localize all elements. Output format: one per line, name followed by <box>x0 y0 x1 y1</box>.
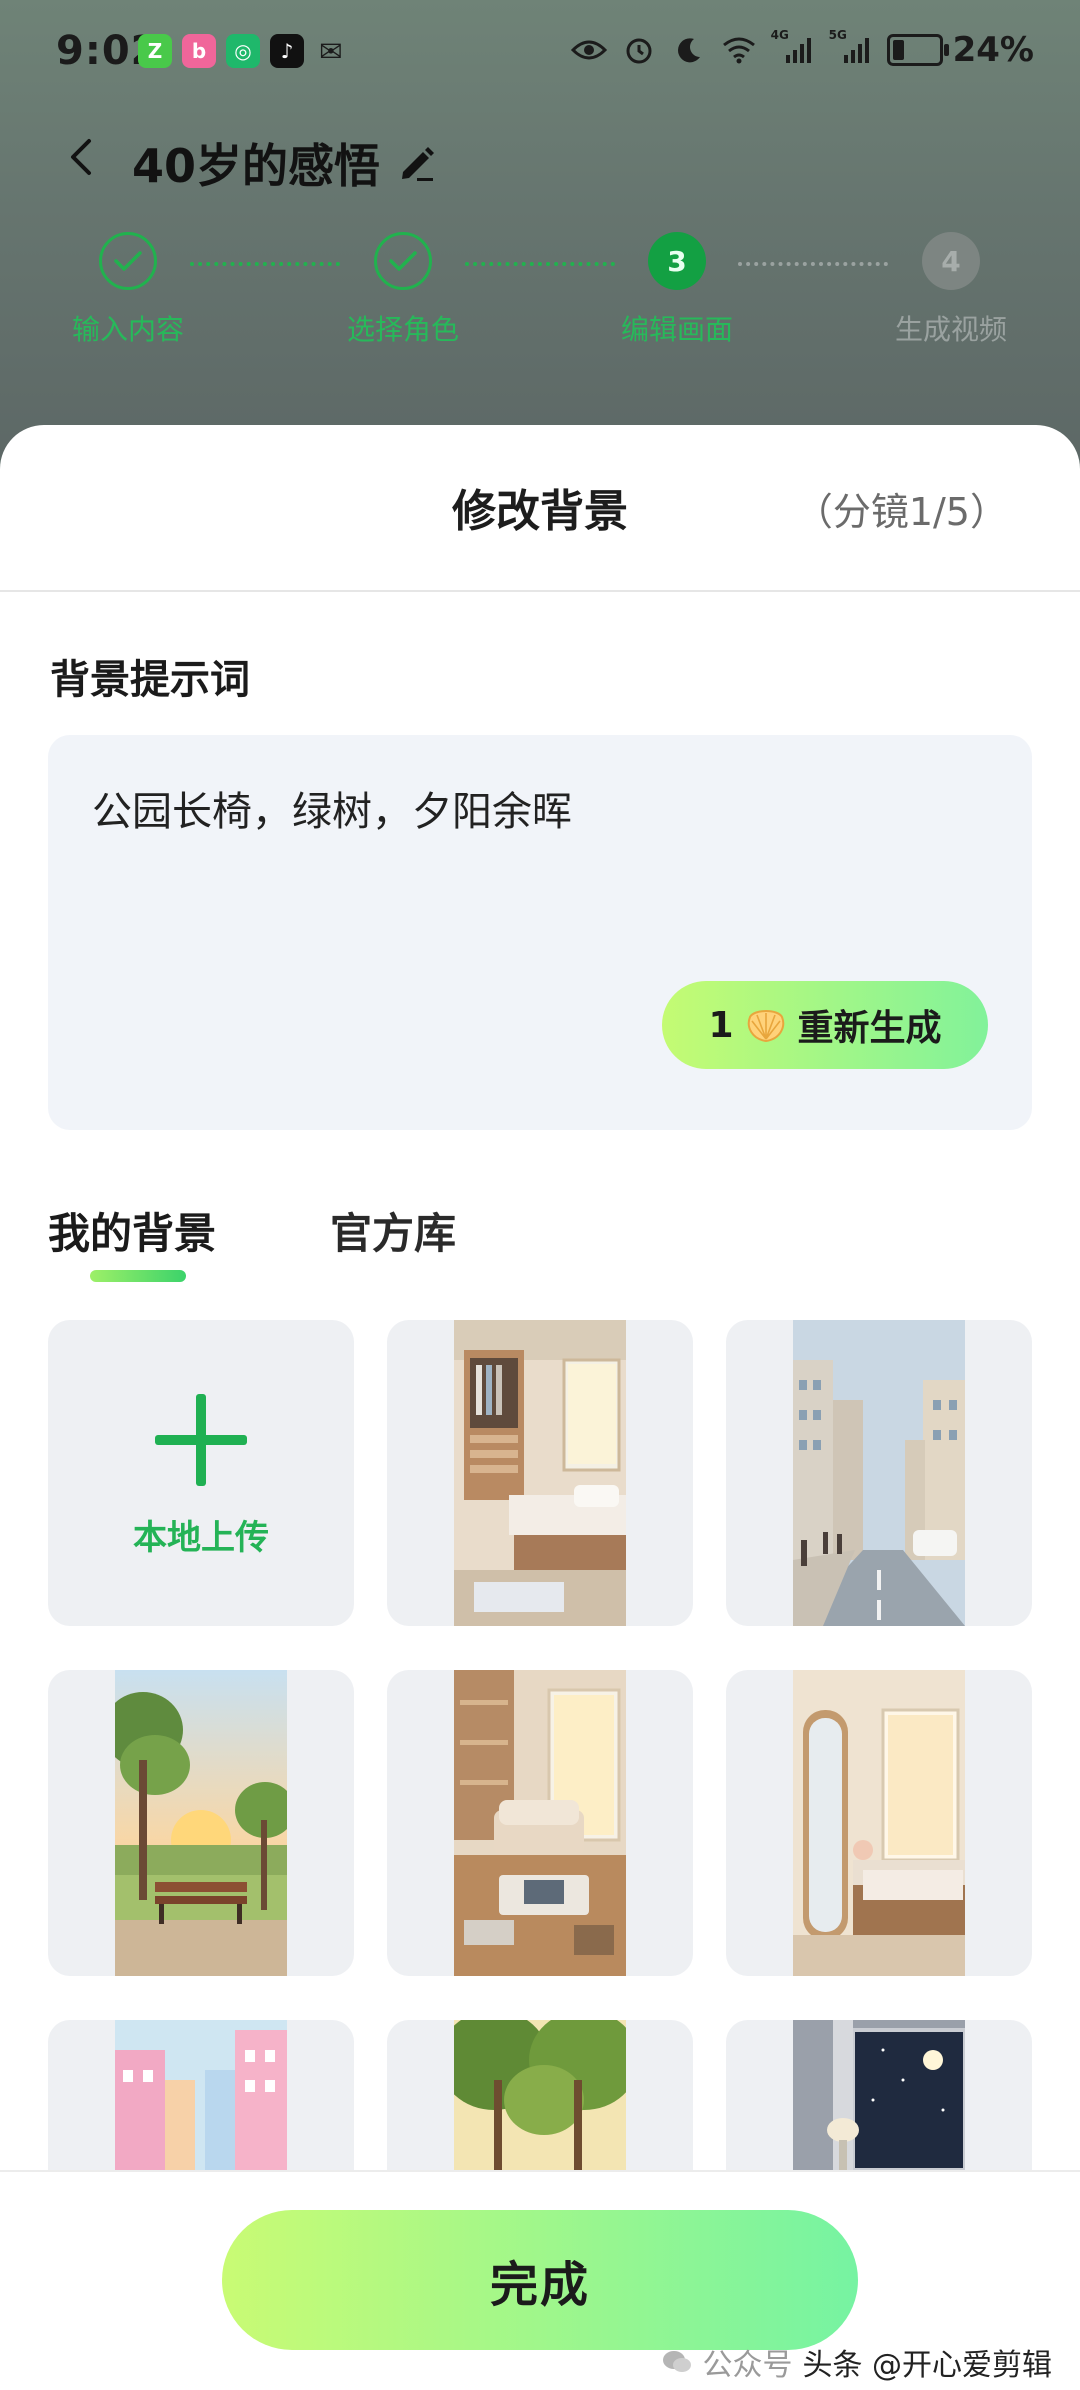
step-complete-icon <box>374 232 432 290</box>
moon-icon <box>671 32 707 68</box>
alarm-icon <box>621 32 657 68</box>
signal-4g-icon: 4G <box>771 28 815 68</box>
step-generate-video: 4 生成视频 <box>851 232 1051 348</box>
park-sunset-image <box>115 1670 287 1976</box>
tiktok-icon: ♪ <box>270 34 304 68</box>
step-edit-scene: 3 编辑画面 <box>577 232 777 348</box>
upload-label: 本地上传 <box>133 1518 269 1558</box>
step-label: 生成视频 <box>894 313 1007 346</box>
system-status-icons: 4G 5G 24% <box>570 28 1034 70</box>
watermark-text: 头条 @开心爱剪辑 <box>802 2348 1052 2383</box>
green-app-icon: ◎ <box>226 34 260 68</box>
wifi-icon <box>721 32 757 68</box>
background-thumbnail-street[interactable] <box>726 1320 1032 1626</box>
shell-coin-icon <box>747 1010 784 1043</box>
active-tab-indicator <box>90 1270 186 1282</box>
edit-background-sheet: 修改背景 （分镜1/5） 背景提示词 公园长椅，绿树，夕阳余晖 1 重新生成 我… <box>0 425 1080 2388</box>
done-button[interactable]: 完成 <box>222 2210 858 2350</box>
step-input-content: 输入内容 <box>28 232 228 348</box>
background-thumbnail-bedroom-mirror[interactable] <box>726 1670 1032 1976</box>
signal-5g-label: 5G <box>828 28 847 42</box>
step-label: 编辑画面 <box>620 313 733 346</box>
battery-percent: 24% <box>952 30 1034 70</box>
project-title: 40岁的感悟 <box>132 139 381 193</box>
background-thumbnail-park-sunset[interactable] <box>48 1670 354 1976</box>
upload-local-button[interactable]: 本地上传 <box>48 1320 354 1626</box>
signal-4g-label: 4G <box>770 28 789 42</box>
battery-icon <box>886 34 949 66</box>
tab-official-library[interactable]: 官方库 <box>330 1200 456 1261</box>
background-thumbnail-living-room[interactable] <box>387 1670 693 1976</box>
step-label: 选择角色 <box>346 313 459 346</box>
bedroom-mirror-image <box>793 1670 965 1976</box>
step-complete-icon <box>99 232 157 290</box>
regenerate-cost: 1 <box>708 1004 734 1046</box>
top-header: 40岁的感悟 <box>0 120 1080 210</box>
regenerate-label: 重新生成 <box>797 1008 942 1049</box>
step-select-character: 选择角色 <box>303 232 503 348</box>
zhihu-icon: Z <box>138 34 172 68</box>
shot-indicator: （分镜1/5） <box>794 490 1008 534</box>
eye-icon <box>570 32 607 68</box>
notification-icons: Z b ◎ ♪ ✉ <box>138 34 348 68</box>
watermark-left: 公众号 <box>702 2348 793 2383</box>
back-button[interactable] <box>56 132 106 182</box>
progress-stepper: 输入内容 选择角色 3 编辑画面 4 生成视频 <box>0 232 1080 362</box>
battery-fill <box>892 40 904 60</box>
prompt-section-label: 背景提示词 <box>50 657 250 703</box>
step-number: 4 <box>922 232 980 290</box>
status-bar: 9:02 Z b ◎ ♪ ✉ 4G 5G 24% <box>0 0 1080 110</box>
watermark: 公众号 头条 @开心爱剪辑 <box>662 2340 1052 2384</box>
street-image <box>793 1320 965 1626</box>
done-label: 完成 <box>489 2257 590 2313</box>
signal-5g-icon: 5G <box>829 28 873 68</box>
edit-title-button[interactable] <box>395 140 439 184</box>
step-label: 输入内容 <box>71 313 184 346</box>
background-prompt-input[interactable]: 公园长椅，绿树，夕阳余晖 1 重新生成 <box>48 735 1032 1130</box>
check-icon <box>389 251 417 271</box>
regenerate-button[interactable]: 1 重新生成 <box>662 981 988 1069</box>
divider <box>0 590 1080 592</box>
background-tabs: 我的背景 官方库 <box>48 1200 1032 1282</box>
battery-indicator: 24% <box>886 30 1034 70</box>
living-room-image <box>454 1670 626 1976</box>
bedroom-image <box>454 1320 626 1626</box>
step-number: 3 <box>648 232 706 290</box>
background-thumbnail-bedroom[interactable] <box>387 1320 693 1626</box>
tab-my-backgrounds[interactable]: 我的背景 <box>48 1200 216 1261</box>
check-icon <box>114 251 142 271</box>
bilibili-icon: b <box>182 34 216 68</box>
plus-icon <box>155 1394 247 1486</box>
bottom-action-bar: 完成 公众号 头条 @开心爱剪辑 <box>0 2170 1080 2390</box>
wechat-icon: ✉ <box>319 34 343 68</box>
pencil-icon <box>402 147 434 181</box>
wechat-watermark-icon <box>663 2351 692 2372</box>
prompt-text[interactable]: 公园长椅，绿树，夕阳余晖 <box>92 779 572 837</box>
chevron-left-icon <box>71 139 91 175</box>
